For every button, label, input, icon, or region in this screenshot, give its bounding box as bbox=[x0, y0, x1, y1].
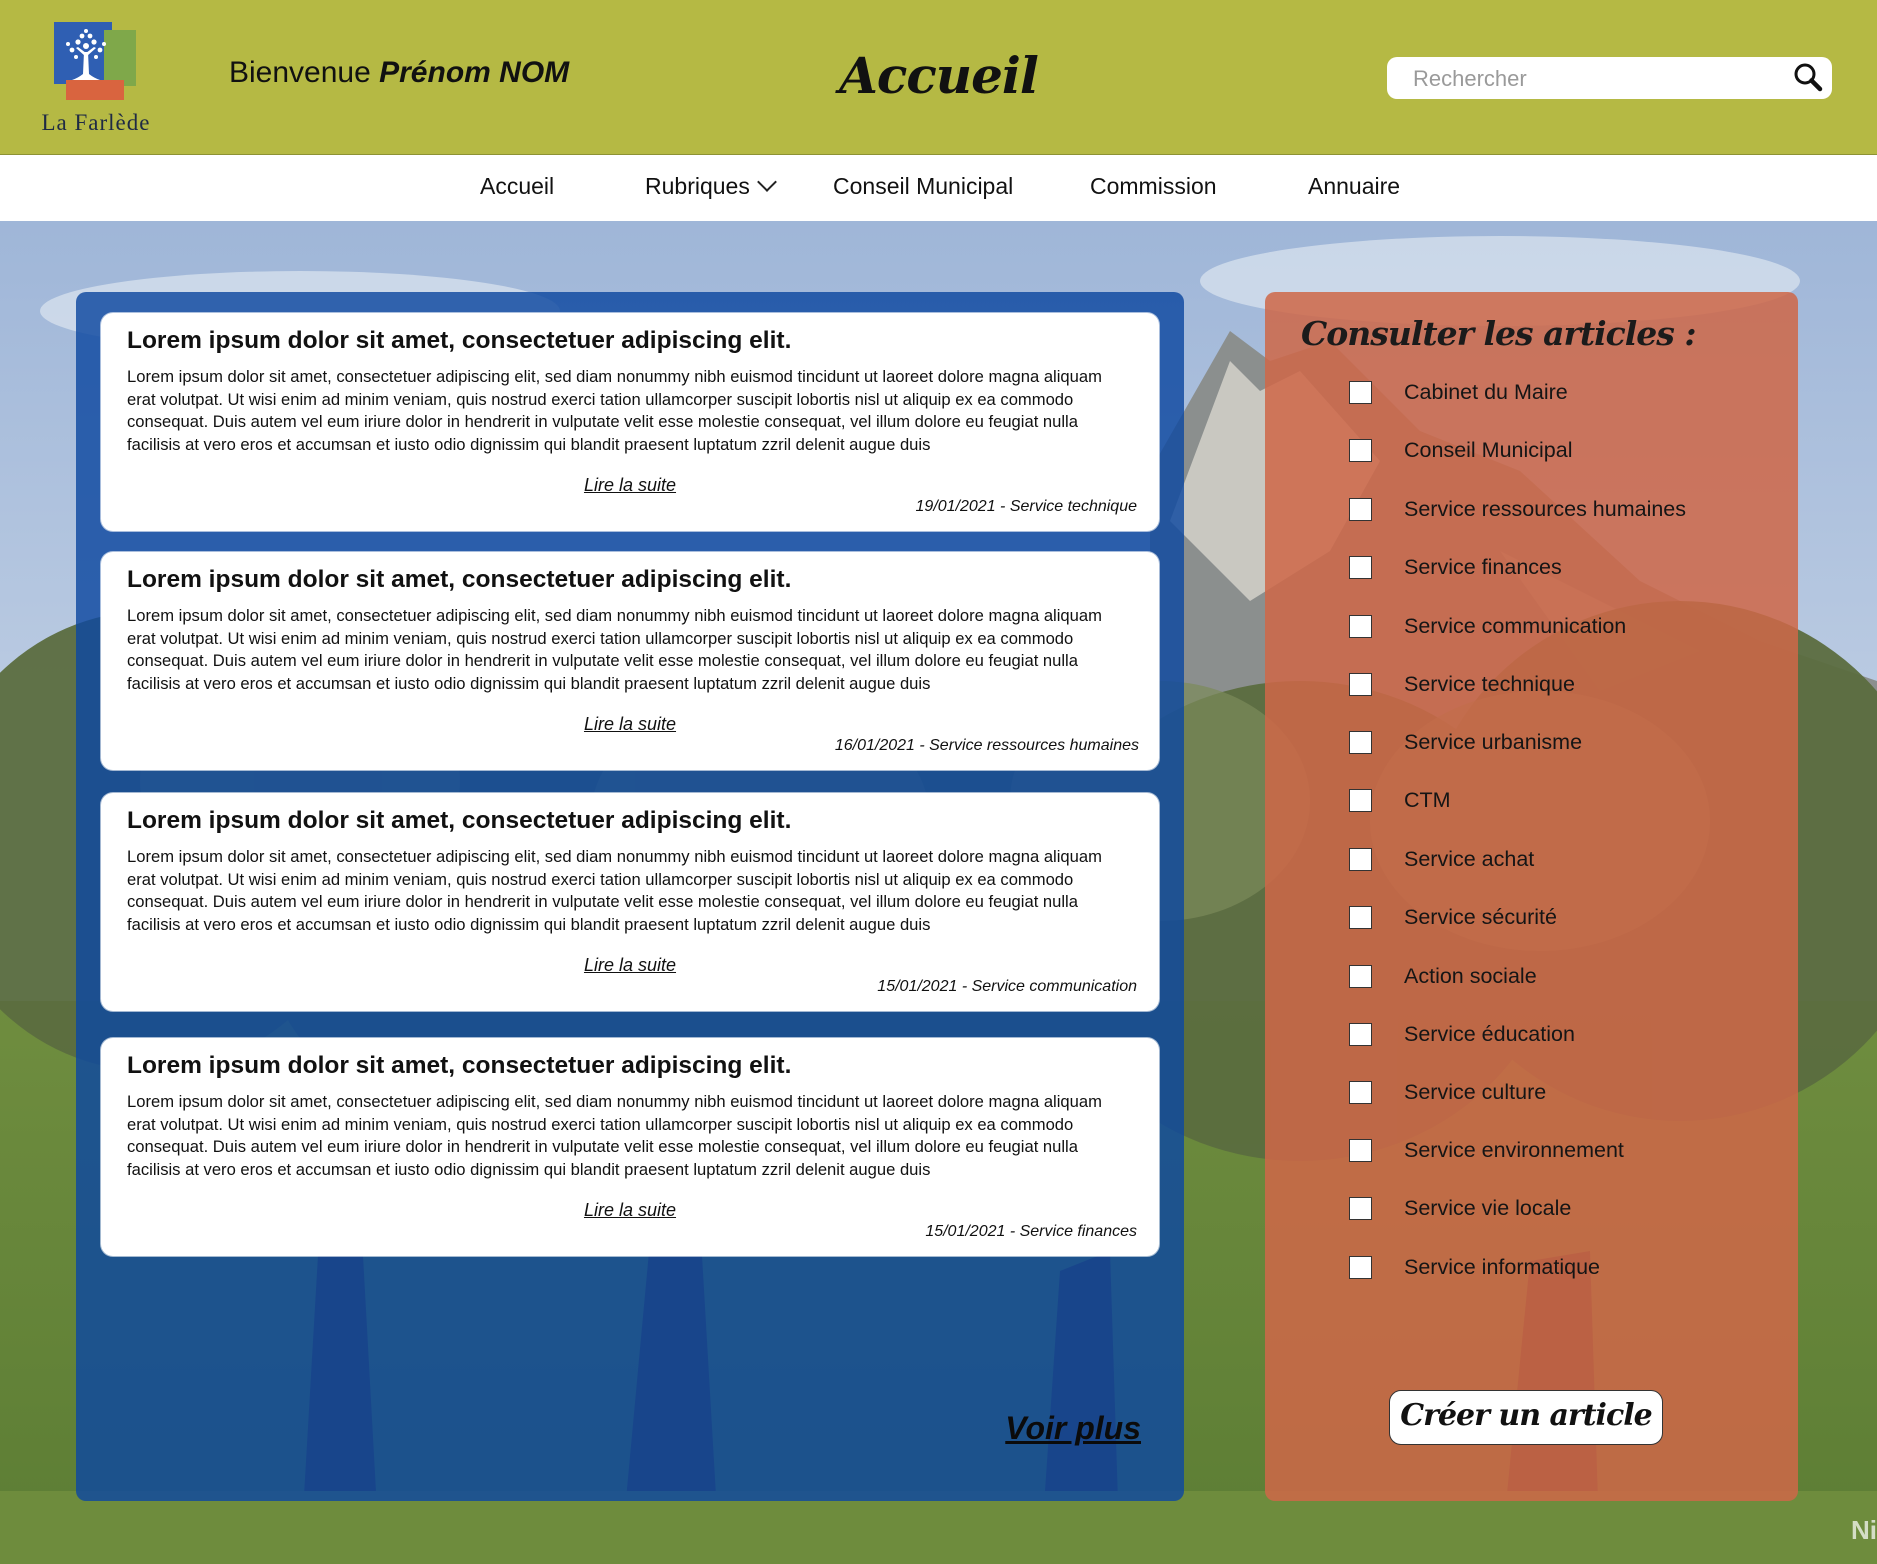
read-more-link: Lire la suite bbox=[101, 475, 1159, 496]
nav-item-rubriques[interactable]: Rubriques bbox=[645, 172, 777, 200]
article-meta: 15/01/2021 - Service communication bbox=[877, 978, 1137, 995]
filter-checkbox[interactable] bbox=[1349, 965, 1372, 988]
filter-label: Service finances bbox=[1404, 555, 1562, 579]
article-excerpt: Lorem ipsum dolor sit amet, consectetuer… bbox=[127, 606, 1102, 693]
filter-checkbox[interactable] bbox=[1349, 848, 1372, 871]
filter-label: Conseil Municipal bbox=[1404, 438, 1573, 462]
search-bar bbox=[1387, 57, 1832, 99]
create-article-button[interactable]: Créer un article bbox=[1389, 1390, 1663, 1445]
filter-checkbox[interactable] bbox=[1349, 1197, 1372, 1220]
nav-item-conseil-municipal[interactable]: Conseil Municipal bbox=[833, 173, 1013, 200]
filter-checkbox[interactable] bbox=[1349, 556, 1372, 579]
article-excerpt: Lorem ipsum dolor sit amet, consectetuer… bbox=[127, 847, 1102, 934]
article-title: Lorem ipsum dolor sit amet, consectetuer… bbox=[127, 327, 792, 354]
search-input[interactable] bbox=[1411, 63, 1775, 95]
filter-checkbox[interactable] bbox=[1349, 439, 1372, 462]
read-more-link: Lire la suite bbox=[101, 714, 1159, 735]
filter-checkbox[interactable] bbox=[1349, 731, 1372, 754]
nav-item-accueil[interactable]: Accueil bbox=[480, 173, 554, 200]
article-card: Lorem ipsum dolor sit amet, consectetuer… bbox=[101, 313, 1159, 531]
header: La Farlède Bienvenue Prénom NOM Accueil bbox=[0, 0, 1877, 155]
filter-checkbox[interactable] bbox=[1349, 1139, 1372, 1162]
nav-item-commission[interactable]: Commission bbox=[1090, 173, 1217, 200]
filter-checkbox[interactable] bbox=[1349, 1081, 1372, 1104]
filter-checkbox[interactable] bbox=[1349, 615, 1372, 638]
filter-label: Service urbanisme bbox=[1404, 730, 1583, 754]
filter-label: Service environnement bbox=[1404, 1138, 1624, 1162]
filter-label: Service technique bbox=[1404, 672, 1575, 696]
filter-label: Cabinet du Maire bbox=[1404, 380, 1568, 404]
main-navigation: Accueil Rubriques Conseil Municipal Comm… bbox=[0, 155, 1877, 221]
article-excerpt: Lorem ipsum dolor sit amet, consectetuer… bbox=[127, 367, 1102, 454]
nav-item-annuaire[interactable]: Annuaire bbox=[1308, 173, 1400, 200]
read-more-label[interactable]: Lire la suite bbox=[584, 714, 676, 734]
filter-label: CTM bbox=[1404, 788, 1451, 812]
chevron-down-icon bbox=[756, 172, 777, 192]
filter-label: Service vie locale bbox=[1404, 1196, 1572, 1220]
filter-label: Service communication bbox=[1404, 614, 1627, 638]
logo-text: La Farlède bbox=[41, 110, 151, 135]
filter-label: Service informatique bbox=[1404, 1255, 1600, 1279]
filter-checkbox[interactable] bbox=[1349, 789, 1372, 812]
article-card: Lorem ipsum dolor sit amet, consectetuer… bbox=[101, 793, 1159, 1011]
filter-label: Service éducation bbox=[1404, 1022, 1575, 1046]
read-more-label[interactable]: Lire la suite bbox=[584, 955, 676, 975]
voir-plus-link[interactable]: Voir plus bbox=[1005, 1410, 1141, 1447]
filter-label: Service achat bbox=[1404, 847, 1535, 871]
filter-checkbox[interactable] bbox=[1349, 906, 1372, 929]
image-watermark: Ni bbox=[1851, 1515, 1877, 1545]
article-title: Lorem ipsum dolor sit amet, consectetuer… bbox=[127, 566, 792, 593]
filter-label: Service culture bbox=[1404, 1080, 1547, 1104]
filter-checkbox[interactable] bbox=[1349, 381, 1372, 404]
nav-item-rubriques-label: Rubriques bbox=[645, 173, 750, 199]
read-more-link: Lire la suite bbox=[101, 955, 1159, 976]
article-meta: 16/01/2021 - Service ressources humaines bbox=[834, 737, 1139, 754]
filter-checkbox[interactable] bbox=[1349, 1256, 1372, 1279]
article-card: Lorem ipsum dolor sit amet, consectetuer… bbox=[101, 552, 1159, 770]
article-meta: 15/01/2021 - Service finances bbox=[925, 1223, 1137, 1240]
filter-label: Service ressources humaines bbox=[1404, 497, 1687, 521]
articles-panel: Lorem ipsum dolor sit amet, consectetuer… bbox=[76, 292, 1184, 1501]
article-excerpt: Lorem ipsum dolor sit amet, consectetuer… bbox=[127, 1092, 1102, 1179]
article-card: Lorem ipsum dolor sit amet, consectetuer… bbox=[101, 1038, 1159, 1256]
filters-title: Consulter les articles : bbox=[1301, 314, 1697, 353]
read-more-label[interactable]: Lire la suite bbox=[584, 1200, 676, 1220]
article-title: Lorem ipsum dolor sit amet, consectetuer… bbox=[127, 807, 792, 834]
read-more-label[interactable]: Lire la suite bbox=[584, 475, 676, 495]
filter-checkbox[interactable] bbox=[1349, 498, 1372, 521]
filter-label: Service sécurité bbox=[1404, 905, 1557, 929]
read-more-link: Lire la suite bbox=[101, 1200, 1159, 1221]
filter-checkbox[interactable] bbox=[1349, 673, 1372, 696]
article-title: Lorem ipsum dolor sit amet, consectetuer… bbox=[127, 1052, 792, 1079]
filter-label: Action sociale bbox=[1404, 964, 1537, 988]
filters-panel: Consulter les articles : Cabinet du Mair… bbox=[1265, 292, 1798, 1501]
article-meta: 19/01/2021 - Service technique bbox=[915, 498, 1137, 515]
search-icon[interactable] bbox=[1792, 62, 1824, 94]
filter-checkbox[interactable] bbox=[1349, 1023, 1372, 1046]
